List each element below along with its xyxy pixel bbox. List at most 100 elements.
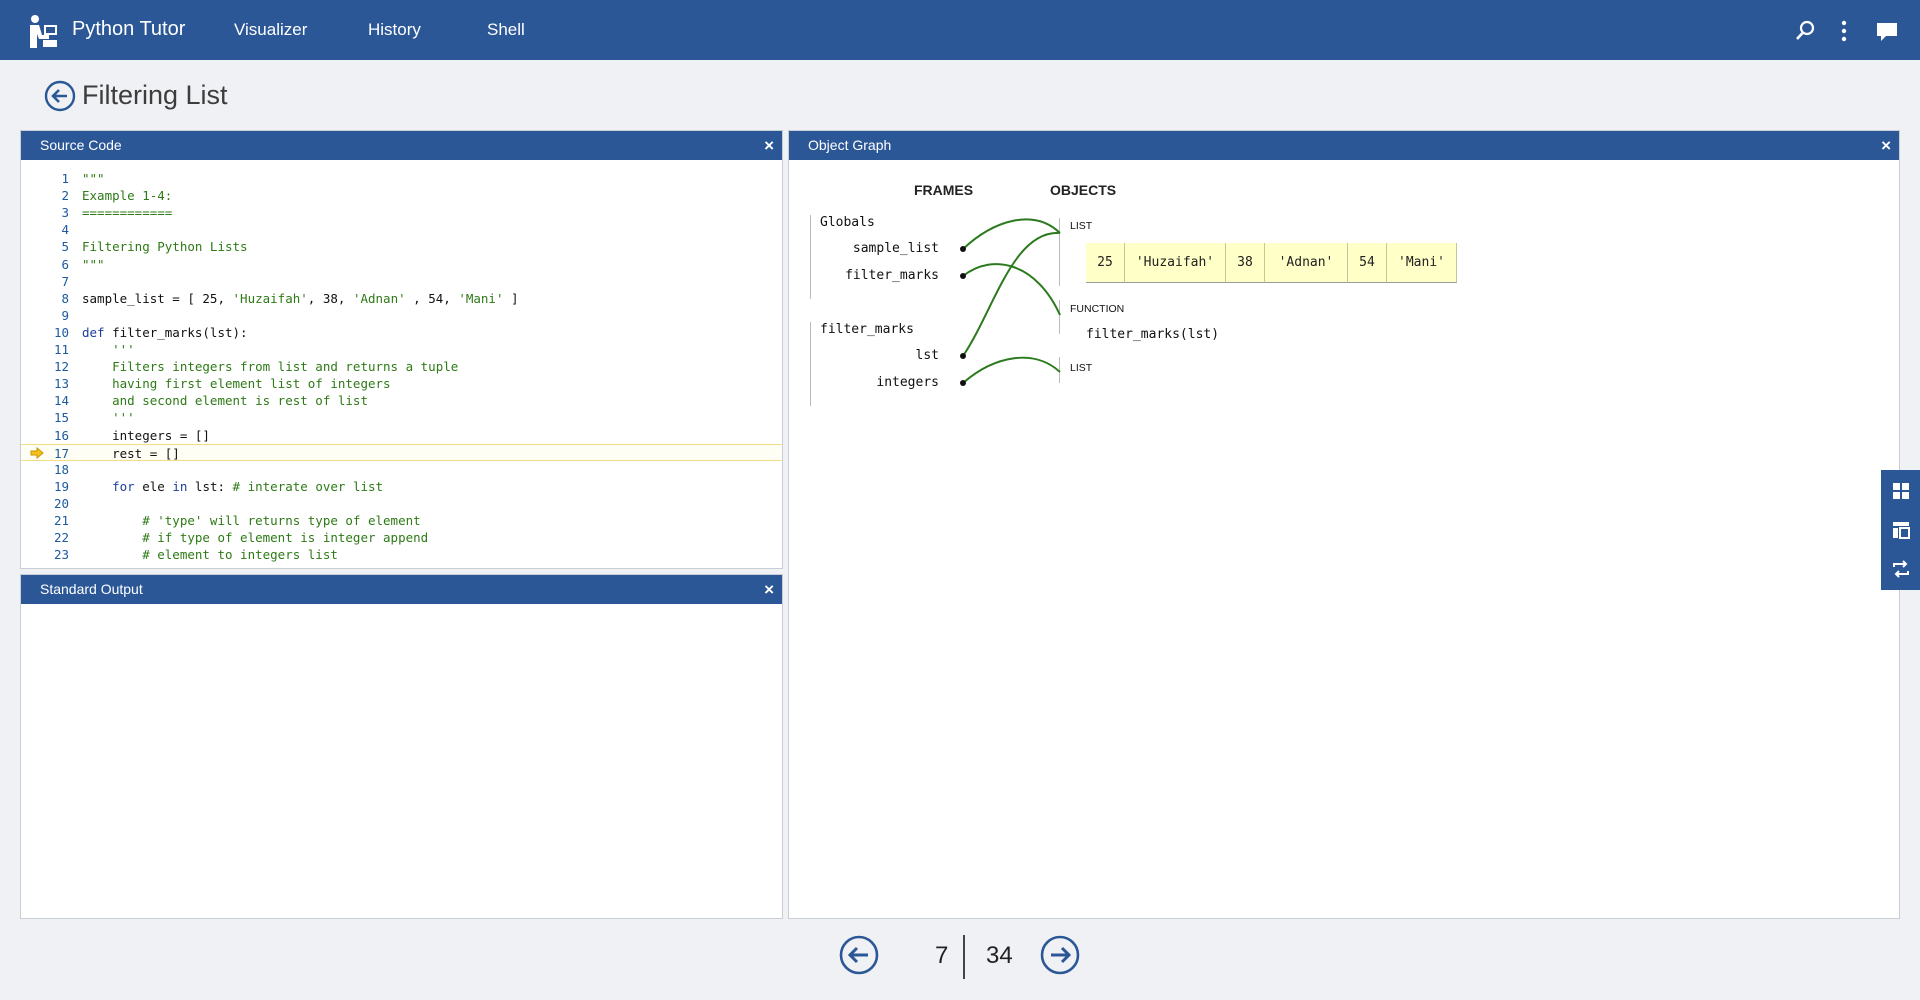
current-step: 7 — [935, 942, 949, 969]
code-token: # 'type' will returns type of element — [82, 513, 421, 528]
page-title: Filtering List — [82, 80, 228, 110]
code-token: # interate over list — [232, 478, 384, 494]
code-line: 18 — [21, 461, 782, 478]
line-content: # if type of element is integer append — [82, 529, 428, 546]
line-number[interactable]: 5 — [39, 238, 69, 255]
code-line: 21 # 'type' will returns type of element — [21, 512, 782, 529]
line-content: integers = [] — [82, 427, 210, 444]
close-output-panel-button[interactable]: × — [764, 575, 774, 604]
line-number[interactable]: 2 — [39, 187, 69, 204]
search-icon[interactable] — [1792, 18, 1818, 44]
code-line: 16 integers = [] — [21, 427, 782, 444]
code-token: """ — [82, 256, 105, 272]
dashboard-icon[interactable] — [1892, 482, 1910, 500]
code-line: 8 sample_list = [ 25, 'Huzaifah', 38, 'Ad… — [21, 290, 782, 307]
swap-icon[interactable] — [1892, 560, 1910, 578]
line-number[interactable]: 3 — [39, 204, 69, 221]
line-number[interactable]: 12 — [39, 358, 69, 375]
total-steps: 34 — [986, 942, 1013, 969]
pointer-dot — [960, 273, 966, 279]
line-number[interactable]: 22 — [39, 529, 69, 546]
line-number[interactable]: 21 — [39, 512, 69, 529]
code-token: ''' — [82, 342, 135, 357]
line-number[interactable]: 13 — [39, 375, 69, 392]
nav-shell[interactable]: Shell — [487, 20, 525, 40]
line-content: # element to integers list — [82, 546, 338, 563]
code-editor[interactable]: 1 """ 2 Example 1-4: 3 ============ 4 5 Filterin… — [21, 160, 782, 564]
object-graph-canvas: FRAMES OBJECTS Globals sample_list filte… — [789, 160, 1899, 918]
line-number[interactable]: 1 — [39, 170, 69, 187]
line-content: and second element is rest of list — [82, 392, 368, 409]
code-token: Example 1-4: — [82, 188, 173, 204]
object-graph-title: Object Graph — [808, 137, 892, 153]
line-content: """ — [82, 256, 105, 273]
line-number[interactable]: 8 — [39, 290, 69, 307]
line-content: Filtering Python Lists — [82, 238, 248, 255]
line-content: if type(ele) is int: — [82, 563, 293, 564]
pointer-dot — [960, 353, 966, 359]
code-token: integers = [] — [82, 427, 210, 443]
line-number[interactable]: 11 — [39, 341, 69, 358]
code-line: 13 having first element list of integers — [21, 375, 782, 392]
code-line: 2 Example 1-4: — [21, 187, 782, 204]
line-number[interactable]: 16 — [39, 427, 69, 444]
output-area[interactable] — [21, 604, 782, 918]
app-title[interactable]: Python Tutor — [72, 18, 185, 41]
line-number[interactable]: 4 — [39, 221, 69, 238]
source-code-panel: Source Code × 1 """ 2 Example 1-4: 3 ========… — [20, 130, 783, 569]
step-divider — [963, 935, 965, 979]
line-number[interactable]: 18 — [39, 461, 69, 478]
pointer-dot — [960, 380, 966, 386]
prev-step-icon[interactable] — [839, 935, 879, 975]
next-step-icon[interactable] — [1040, 935, 1080, 975]
line-content: ''' — [82, 409, 135, 426]
code-line: 15 ''' — [21, 409, 782, 426]
source-code-title: Source Code — [40, 137, 122, 153]
object-graph-panel: Object Graph × FRAMES OBJECTS Globals sa… — [788, 130, 1900, 919]
code-token: lst: — [187, 478, 233, 494]
close-graph-panel-button[interactable]: × — [1881, 131, 1891, 160]
standard-output-panel: Standard Output × — [20, 574, 783, 919]
pointer-lst — [962, 231, 1061, 357]
code-line: 19 for ele in lst: # interate over list — [21, 478, 782, 495]
line-content: Example 1-4: — [82, 187, 172, 204]
code-line: 12 Filters integers from list and return… — [21, 358, 782, 375]
line-content: sample_list = [ 25, 'Huzaifah', 38, 'Adn… — [82, 290, 519, 307]
layout-icon[interactable] — [1892, 521, 1910, 539]
line-number[interactable]: 10 — [39, 324, 69, 341]
back-arrow-icon[interactable] — [44, 80, 76, 112]
code-token: ele — [134, 478, 173, 494]
nav-visualizer[interactable]: Visualizer — [234, 20, 307, 40]
code-token: rest = [] — [82, 445, 180, 461]
line-number[interactable]: 20 — [39, 495, 69, 512]
code-token: sample_list = [ 25, — [82, 290, 233, 306]
pointer-arrows — [960, 218, 1061, 386]
line-number[interactable]: 24 — [39, 563, 69, 564]
line-content: # 'type' will returns type of element — [82, 512, 421, 529]
line-number[interactable]: 23 — [39, 546, 69, 563]
line-number[interactable]: 19 — [39, 478, 69, 495]
code-token: ============ — [82, 205, 173, 221]
current-code-line: 17 rest = [] — [21, 443, 782, 462]
line-number[interactable]: 15 — [39, 409, 69, 426]
pointer-dot — [960, 246, 966, 252]
line-number[interactable]: 17 — [39, 445, 69, 462]
code-token: # element to integers list — [82, 547, 338, 563]
line-number[interactable]: 9 — [39, 307, 69, 324]
python-tutor-logo-icon[interactable] — [26, 14, 58, 48]
line-content: having first element list of integers — [82, 375, 390, 392]
code-token: Filters integers from list and returns a… — [82, 359, 459, 375]
line-number[interactable]: 7 — [39, 273, 69, 290]
code-line: 5 Filtering Python Lists — [21, 238, 782, 255]
close-source-panel-button[interactable]: × — [764, 131, 774, 160]
line-number[interactable]: 14 — [39, 392, 69, 409]
nav-history[interactable]: History — [368, 20, 421, 40]
chat-icon[interactable] — [1874, 18, 1900, 44]
code-token: , 54, — [405, 290, 459, 306]
top-app-bar: Python Tutor Visualizer History Shell — [0, 0, 1920, 60]
object-graph-header: Object Graph × — [789, 131, 1899, 160]
code-line: 1 """ — [21, 170, 782, 187]
more-vert-icon[interactable] — [1831, 18, 1857, 44]
line-number[interactable]: 6 — [39, 256, 69, 273]
